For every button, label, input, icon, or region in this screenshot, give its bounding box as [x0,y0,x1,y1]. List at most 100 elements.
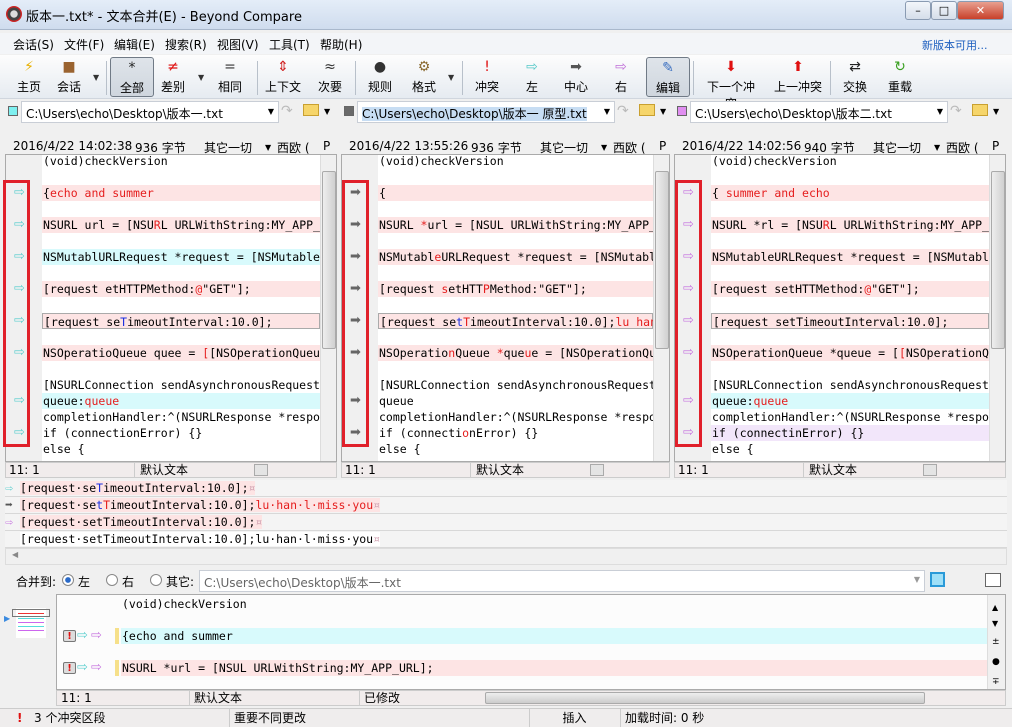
pane-vscroll-thumb[interactable] [322,171,336,349]
code-line[interactable]: [request seTimeoutInterval:10.0]; [42,313,320,329]
prev-conflict-button[interactable]: ⬆上一冲突 [772,57,824,97]
filter-dropdown-arrow[interactable]: ▼ [934,143,940,152]
menu-item-2[interactable]: 编辑(E) [114,36,155,53]
folder-dropdown-arrow[interactable]: ▼ [993,107,999,116]
output-vscrollbar[interactable]: ▲▼ ±●∓ [987,595,1005,689]
take-left-arrow-icon[interactable]: ⇨ [77,628,88,643]
menu-item-0[interactable]: 会话(S) [13,36,54,53]
merge-output-pane[interactable]: ▲▼ ±●∓ (void)checkVersion {echo and summe… [56,594,1006,690]
take-left-arrow-icon[interactable]: ⇨ [77,660,88,675]
merge-target-option-label[interactable]: 左 [78,573,90,590]
thumbnail-overview[interactable]: ▶ [0,594,56,690]
code-line[interactable]: (void)checkVersion [711,154,989,169]
diffs-button[interactable]: ≠差别 [151,57,195,97]
format-button[interactable]: ⚙格式 [402,57,446,97]
merge-target-radio-1[interactable] [106,574,118,586]
code-line[interactable]: if (connectionError) {} [378,425,653,441]
code-line[interactable]: NSURL *url = [NSUL URLWithString:MY_APP_… [378,217,653,233]
diff-line-2[interactable]: ⇨[request·setTimeoutInterval:10.0];¤ [5,514,1007,531]
code-line[interactable]: if (connectionError) {} [42,425,320,441]
session-button[interactable]: ■会话 [47,57,91,97]
open-folder-icon[interactable] [303,104,319,116]
menu-item-3[interactable]: 搜索(R) [165,36,207,53]
code-line[interactable]: queue:queue [42,393,320,409]
folder-dropdown-arrow[interactable]: ▼ [660,107,666,116]
rules-button[interactable]: ●规则 [358,57,402,97]
code-line[interactable]: { summer and echo [711,185,989,201]
home-button[interactable]: ⚡主页 [7,57,51,97]
path-dropdown-arrow[interactable]: ▼ [268,107,274,116]
path-dropdown-arrow[interactable]: ▼ [937,107,943,116]
conflict-marker-icon[interactable]: ! [63,630,76,642]
reload-button[interactable]: ↻重载 [878,57,922,97]
left-button[interactable]: ⇨左 [510,57,554,97]
diff-line-1[interactable]: ➡[request·setTimeoutInterval:10.0];lu·ha… [5,497,1007,514]
pane-vscroll-thumb[interactable] [655,171,669,349]
pane-vscrollbar[interactable] [653,155,669,461]
code-line[interactable]: queue [378,393,653,409]
save-icon[interactable] [930,572,945,587]
folder-dropdown-arrow[interactable]: ▼ [324,107,330,116]
code-line[interactable]: [request setTimeoutInterval:10.0];lu han… [378,313,653,329]
next-conflict-button[interactable]: ⬇下一个冲突 [705,57,757,97]
output-line[interactable]: NSURL *url = [NSUL URLWithString:MY_APP_… [121,660,987,676]
session-dropdown-arrow[interactable]: ▼ [93,73,99,82]
conflict-marker-icon[interactable]: ! [63,662,76,674]
code-line[interactable]: NSOperationQueue *queue = [NSOperationQu… [378,345,653,361]
code-line[interactable]: else { [711,441,989,457]
merge-target-radio-2[interactable] [150,574,162,586]
take-right-arrow-icon[interactable]: ⇨ [91,628,102,643]
browse-recent-icon[interactable]: ↷ [617,103,629,119]
context-button[interactable]: ⇕上下文 [261,57,305,97]
output-line[interactable]: (void)checkVersion [121,596,987,612]
path-input-2[interactable]: C:\Users\echo\Desktop\版本二.txt▼ [690,101,948,123]
merge-target-radio-0[interactable] [62,574,74,586]
menu-item-4[interactable]: 视图(V) [217,36,259,53]
code-line[interactable]: [NSURLConnection sendAsynchronousRequest… [711,377,989,393]
code-line[interactable]: if (connectinError) {} [711,425,989,441]
code-line[interactable]: { [378,185,653,201]
pane-vscroll-thumb[interactable] [991,171,1005,349]
code-line[interactable]: else { [42,441,320,457]
format-dropdown-arrow[interactable]: ▼ [448,73,454,82]
file-pane-2[interactable]: (void)checkVersion{ summer and echo⇨NSUR… [674,154,1006,462]
output-line[interactable]: {echo and summer [121,628,987,644]
close-button[interactable]: ✕ [957,1,1004,20]
pane-hscroll-thumb[interactable] [254,464,268,476]
minor-button[interactable]: ≈次要 [308,57,352,97]
code-line[interactable]: NSMutableURLRequest *request = [NSMutabl… [378,249,653,265]
code-line[interactable]: NSOperatioQueue quee = [[NSOperationQueu… [42,345,320,361]
code-line[interactable]: (void)checkVersion [42,154,320,169]
merge-target-option-label[interactable]: 右 [122,573,134,590]
center-button[interactable]: ➡中心 [554,57,598,97]
diff-line-3[interactable]: [request·setTimeoutInterval:10.0];lu·han… [5,531,1007,548]
swap-button[interactable]: ⇄交换 [833,57,877,97]
conflict-button[interactable]: !冲突 [465,57,509,97]
menu-item-6[interactable]: 帮助(H) [320,36,362,53]
code-line[interactable]: [request setTimeoutInterval:10.0]; [711,313,989,329]
code-line[interactable]: {echo and summer [42,185,320,201]
pane-vscrollbar[interactable] [989,155,1005,461]
code-line[interactable]: NSOperationQueue *queue = [[NSOperationQ… [711,345,989,361]
code-line[interactable]: [request setHTTPMethod:"GET"]; [378,281,653,297]
pane-hscroll-thumb[interactable] [590,464,604,476]
all-button[interactable]: *全部 [110,57,154,97]
pane-hscroll-thumb[interactable] [923,464,937,476]
diff-lines-hscrollbar[interactable]: ◀ [5,548,1007,565]
same-button[interactable]: =相同 [208,57,252,97]
pane-vscrollbar[interactable] [320,155,336,461]
code-line[interactable]: completionHandler:^(NSURLResponse *respo… [42,409,320,425]
file-pane-0[interactable]: (void)checkVersion{echo and summer⇨NSURL… [5,154,337,462]
path-input-0[interactable]: C:\Users\echo\Desktop\版本一.txt▼ [21,101,279,123]
edit-button[interactable]: ✎编辑 [646,57,690,97]
code-line[interactable]: (void)checkVersion [378,154,653,169]
code-line[interactable]: completionHandler:^(NSURLResponse *respo… [378,409,653,425]
merge-target-option-label[interactable]: 其它: [166,573,194,590]
maximize-button[interactable]: □ [931,1,957,20]
menu-item-5[interactable]: 工具(T) [269,36,310,53]
code-line[interactable]: else { [378,441,653,457]
code-line[interactable]: [NSURLConnection sendAsynchronousRequest… [378,377,653,393]
open-folder-icon[interactable] [639,104,655,116]
path-dropdown-arrow[interactable]: ▼ [604,107,610,116]
path-input-1[interactable]: C:\Users\echo\Desktop\版本一 原型.txt▼ [357,101,615,123]
